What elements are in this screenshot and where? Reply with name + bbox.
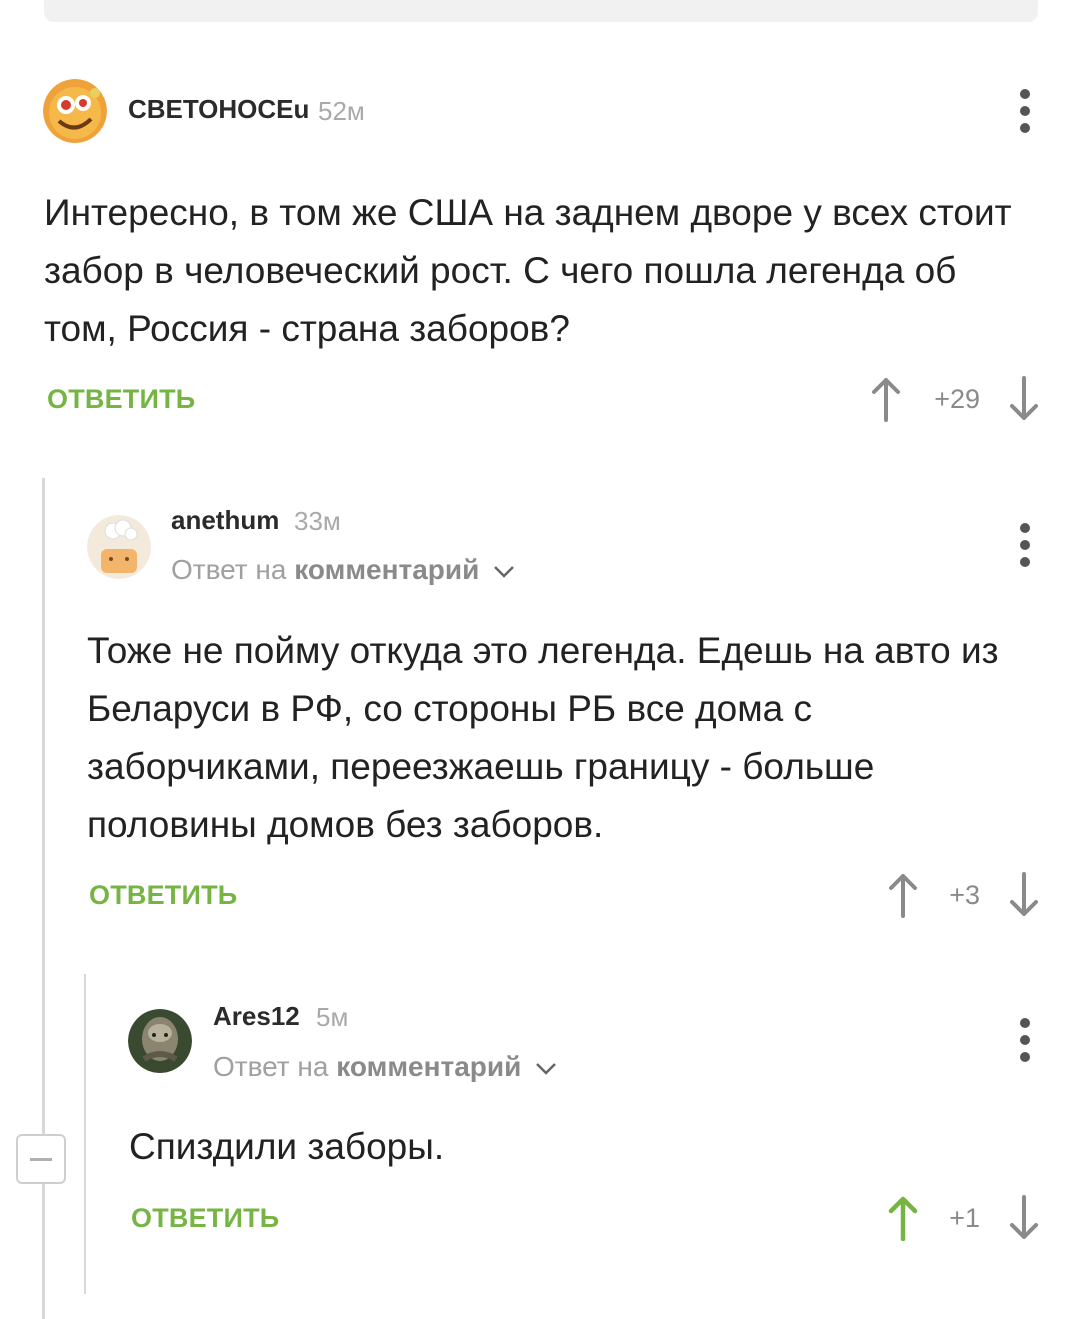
reply-to-link[interactable]: Ответ на комментарий	[171, 554, 515, 586]
vote-score: +1	[949, 1203, 980, 1233]
reply-to-comment-link[interactable]: комментарий	[294, 554, 479, 585]
reply-to-prefix: Ответ на	[171, 554, 287, 585]
vote-score: +3	[949, 880, 980, 910]
reply-button[interactable]: ОТВЕТИТЬ	[47, 384, 195, 415]
kebab-menu-icon[interactable]	[1015, 89, 1035, 137]
upvote-arrow-icon[interactable]	[887, 1195, 919, 1241]
kebab-menu-icon[interactable]	[1015, 1018, 1035, 1066]
avatar[interactable]	[128, 1009, 192, 1073]
collapse-thread-icon[interactable]	[16, 1134, 66, 1184]
avatar[interactable]	[87, 515, 151, 579]
chevron-down-icon[interactable]	[493, 565, 515, 579]
kebab-menu-icon[interactable]	[1015, 523, 1035, 571]
avatar[interactable]	[43, 79, 107, 143]
upvote-arrow-icon[interactable]	[887, 872, 919, 918]
reply-to-prefix: Ответ на	[213, 1051, 329, 1082]
upvote-arrow-icon[interactable]	[870, 376, 902, 422]
reply-button[interactable]: ОТВЕТИТЬ	[131, 1203, 279, 1234]
vote-score: +29	[934, 384, 980, 414]
comment-text: Тоже не пойму откуда это легенда. Едешь …	[87, 630, 999, 845]
reply-to-link[interactable]: Ответ на комментарий	[213, 1051, 557, 1083]
comment-text: Спиздили заборы.	[129, 1126, 445, 1167]
comment-time: 5м	[316, 1002, 349, 1032]
comment-time: 33м	[294, 506, 341, 536]
comment-time: 52м	[318, 96, 365, 126]
downvote-arrow-icon[interactable]	[1008, 1195, 1040, 1241]
reply-button[interactable]: ОТВЕТИТЬ	[89, 880, 237, 911]
thread-line-level-2[interactable]	[84, 974, 86, 1294]
thread-line-level-1[interactable]	[42, 478, 45, 1319]
downvote-arrow-icon[interactable]	[1008, 872, 1040, 918]
downvote-arrow-icon[interactable]	[1008, 376, 1040, 422]
comment-username[interactable]: Ares12	[213, 1001, 300, 1032]
previous-post-card-bottom	[44, 0, 1038, 22]
chevron-down-icon[interactable]	[535, 1062, 557, 1076]
comment-username[interactable]: СВЕТОНОСЕu	[128, 94, 309, 125]
comment-text: Интересно, в том же США на заднем дворе …	[44, 192, 1012, 349]
comment-username[interactable]: anethum	[171, 505, 279, 536]
reply-to-comment-link[interactable]: комментарий	[336, 1051, 521, 1082]
